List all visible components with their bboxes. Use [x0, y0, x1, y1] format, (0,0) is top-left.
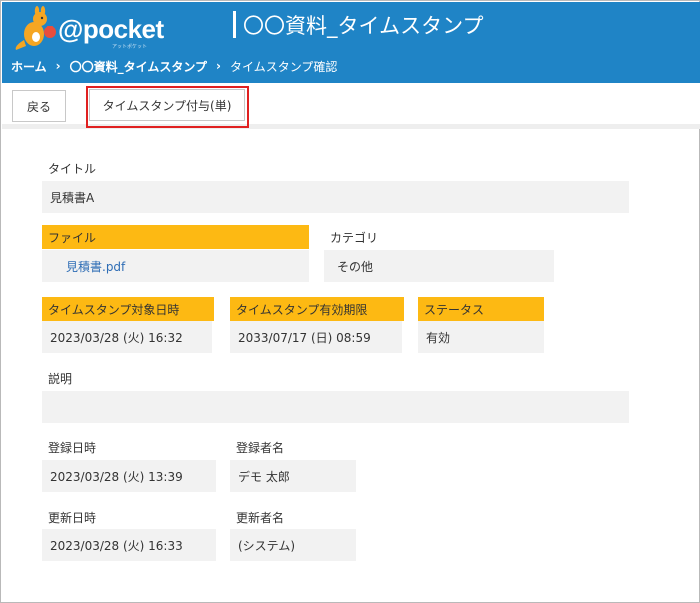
logo-subtext: アットポケット — [112, 44, 148, 50]
registered-by-value: デモ 太郎 — [230, 460, 356, 492]
title-separator — [233, 11, 236, 38]
kangaroo-logo-icon — [15, 6, 56, 50]
category-value: その他 — [324, 250, 554, 282]
title-value: 見積書A — [42, 181, 629, 213]
status-label: ステータス — [418, 297, 544, 321]
toolbar: 戻る タイムスタンプ付与(単) — [2, 83, 700, 129]
breadcrumb-parent[interactable]: 〇〇資料_タイムスタンプ — [70, 58, 207, 75]
logo-text: @pocket — [58, 14, 164, 44]
status-value: 有効 — [418, 321, 544, 353]
page-title: 〇〇資料_タイムスタンプ — [243, 14, 484, 38]
category-label: カテゴリ — [330, 230, 379, 245]
registered-by-label: 登録者名 — [236, 440, 285, 455]
breadcrumb-current: タイムスタンプ確認 — [229, 59, 338, 74]
updated-at-value: 2023/03/28 (火) 16:33 — [42, 529, 216, 561]
registered-at-label: 登録日時 — [48, 440, 97, 455]
description-value — [42, 391, 629, 423]
breadcrumb: ホーム › 〇〇資料_タイムスタンプ › タイムスタンプ確認 — [11, 57, 337, 75]
breadcrumb-separator: › — [55, 59, 61, 73]
file-value-box: 見積書.pdf — [42, 250, 309, 282]
target-datetime-label: タイムスタンプ対象日時 — [42, 297, 214, 321]
file-link[interactable]: 見積書.pdf — [50, 258, 125, 275]
updated-by-label: 更新者名 — [236, 510, 285, 525]
app-logo[interactable]: @pocket アットポケット — [12, 6, 182, 50]
target-datetime-value: 2023/03/28 (火) 16:32 — [42, 321, 212, 353]
updated-by-value: (システム) — [230, 529, 356, 561]
breadcrumb-home[interactable]: ホーム — [11, 58, 47, 75]
add-timestamp-button[interactable]: タイムスタンプ付与(単) — [89, 89, 245, 121]
back-button[interactable]: 戻る — [12, 90, 66, 122]
description-label: 説明 — [48, 371, 73, 386]
registered-at-value: 2023/03/28 (火) 13:39 — [42, 460, 216, 492]
page-frame: @pocket アットポケット 〇〇資料_タイムスタンプ ホーム › 〇〇資料_… — [0, 0, 700, 603]
breadcrumb-separator: › — [216, 59, 221, 73]
app-header: @pocket アットポケット 〇〇資料_タイムスタンプ ホーム › 〇〇資料_… — [2, 2, 700, 83]
expiry-value: 2033/07/17 (日) 08:59 — [230, 321, 402, 353]
title-label: タイトル — [48, 161, 97, 176]
file-label: ファイル — [42, 225, 309, 249]
updated-at-label: 更新日時 — [48, 510, 97, 525]
expiry-label: タイムスタンプ有効期限 — [230, 297, 404, 321]
